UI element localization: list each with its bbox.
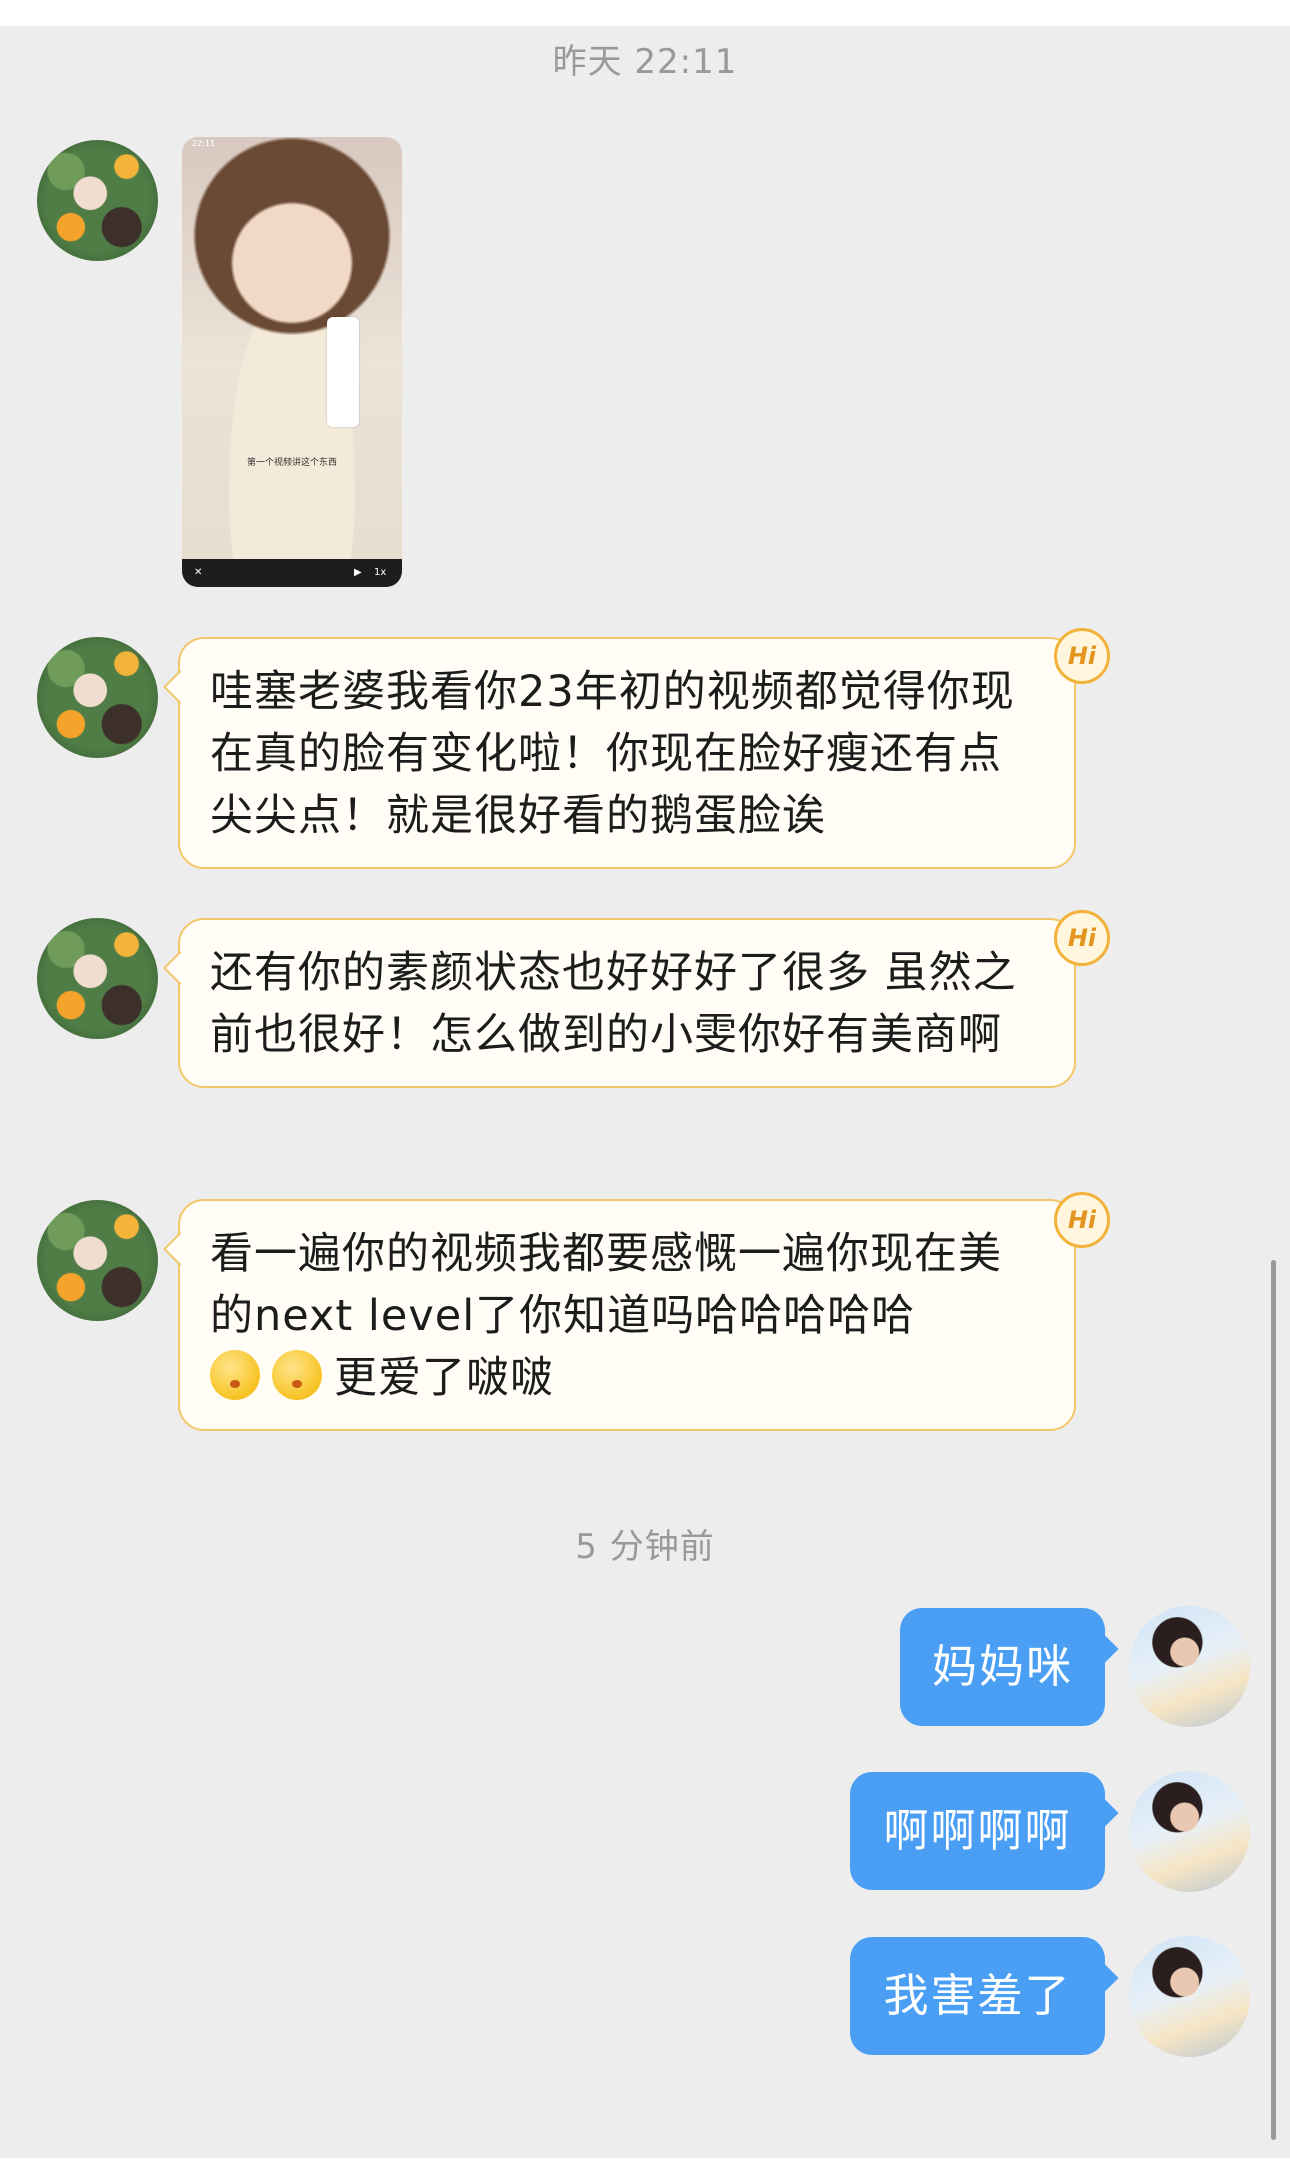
- incoming-message[interactable]: 还有你的素颜状态也好好好了很多 虽然之前也很好！怎么做到的小雯你好有美商啊: [178, 918, 1076, 1088]
- top-edge: [0, 0, 1290, 26]
- kissing-face-emoji-icon: [272, 1350, 322, 1400]
- incoming-message[interactable]: 看一遍你的视频我都要感慨一遍你现在美的next level了你知道吗哈哈哈哈哈 …: [178, 1199, 1076, 1431]
- sender-avatar[interactable]: [37, 637, 158, 758]
- video-controls: ✕ ▶ 1x: [182, 559, 402, 587]
- video-subtitle: 第一个视频讲这个东西: [246, 458, 337, 468]
- scrollbar[interactable]: [1271, 1260, 1276, 2140]
- close-icon[interactable]: ✕: [194, 566, 202, 580]
- user-avatar[interactable]: [1129, 1771, 1250, 1892]
- message-text: 还有你的素颜状态也好好好了很多 虽然之前也很好！怎么做到的小雯你好有美商啊: [210, 948, 1017, 1060]
- bottom-edge: [0, 2158, 1290, 2177]
- sender-avatar[interactable]: [37, 918, 158, 1039]
- product-bottle: [327, 317, 359, 427]
- video-status-bar: 22:11: [182, 137, 402, 151]
- message-text: 看一遍你的视频我都要感慨一遍你现在美的next level了你知道吗哈哈哈哈哈: [210, 1229, 1002, 1341]
- incoming-message[interactable]: 哇塞老婆我看你23年初的视频都觉得你现在真的脸有变化啦！你现在脸好瘦还有点尖尖点…: [178, 637, 1076, 869]
- kissing-face-emoji-icon: [210, 1350, 260, 1400]
- timestamp-yesterday: 昨天 22:11: [552, 42, 738, 82]
- video-status-time: 22:11: [192, 139, 216, 148]
- user-avatar[interactable]: [1129, 1936, 1250, 2057]
- video-message-thumbnail[interactable]: 22:11 第一个视频讲这个东西 ✕ ▶ 1x: [182, 137, 402, 587]
- speed-label[interactable]: 1x: [374, 566, 386, 580]
- message-text-tail: 更爱了啵啵: [334, 1353, 554, 1403]
- user-avatar[interactable]: [1129, 1606, 1250, 1727]
- hi-badge-icon: Hi: [1054, 1192, 1110, 1248]
- hi-badge-icon: Hi: [1054, 628, 1110, 684]
- video-frame: [182, 137, 402, 587]
- play-icon[interactable]: ▶: [354, 566, 362, 580]
- outgoing-message[interactable]: 我害羞了: [850, 1937, 1105, 2055]
- sender-avatar[interactable]: [37, 1200, 158, 1321]
- message-text: 哇塞老婆我看你23年初的视频都觉得你现在真的脸有变化啦！你现在脸好瘦还有点尖尖点…: [210, 667, 1015, 841]
- sender-avatar[interactable]: [37, 140, 158, 261]
- outgoing-message[interactable]: 妈妈咪: [900, 1608, 1105, 1726]
- timestamp-recent: 5 分钟前: [575, 1527, 715, 1567]
- outgoing-message[interactable]: 啊啊啊啊: [850, 1772, 1105, 1890]
- message-text: 妈妈咪: [931, 1640, 1073, 1693]
- hi-badge-icon: Hi: [1054, 910, 1110, 966]
- message-text: 啊啊啊啊: [883, 1804, 1072, 1857]
- message-text: 我害羞了: [883, 1969, 1072, 2022]
